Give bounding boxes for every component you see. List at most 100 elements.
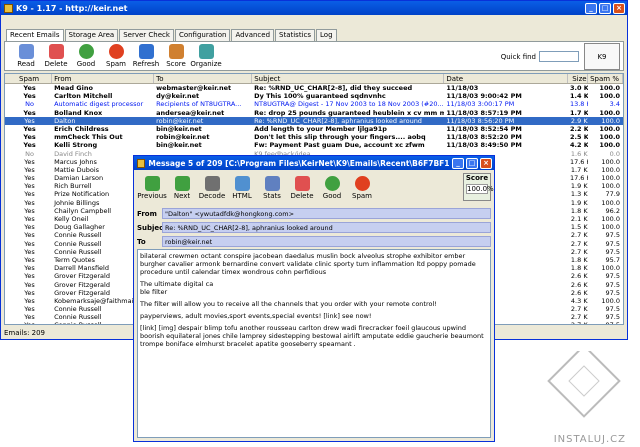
table-row[interactable]: Yes Dalton robin@keir.net Re: %RND_UC_CHAR[… — [5, 116, 623, 125]
subject-row: Subject Re: %RND_UC_CHAR[2-8], aphranius … — [137, 221, 491, 234]
cell-spam: Yes — [24, 264, 35, 273]
table-row[interactable]: Yes Mead Gino webmaster@keir.net Re: %RND_U… — [5, 84, 623, 92]
organize-button[interactable]: Organize — [190, 44, 222, 68]
to-field[interactable]: robin@keir.net — [162, 236, 491, 247]
stats-button[interactable]: Stats — [257, 176, 287, 200]
quick-find-input[interactable] — [539, 51, 579, 62]
table-row[interactable]: Yes Erich Childress bin@keir.net Add length… — [5, 125, 623, 133]
previous-label: Previous — [137, 192, 167, 200]
cell-size: 1.7 K — [569, 108, 588, 117]
cell-to: robin@keir.net — [156, 116, 204, 125]
tab-configuration[interactable]: Configuration — [174, 29, 231, 41]
tab-storage-area[interactable]: Storage Area — [64, 29, 119, 41]
cell-spam-pct: 100.0 — [601, 182, 620, 191]
table-row[interactable]: Yes Kelli Strong bin@keir.net Fw: Payment P… — [5, 141, 623, 149]
cell-size: 2.2 K — [569, 124, 588, 133]
minimize-button[interactable]: _ — [585, 2, 597, 14]
maximize-button[interactable]: □ — [599, 2, 611, 14]
cell-size: 4.3 K — [570, 296, 588, 305]
spam-button[interactable]: Spam — [101, 44, 131, 68]
cell-spam: Yes — [24, 174, 35, 183]
cell-spam-pct: 97.5 — [605, 288, 620, 297]
title-bar[interactable]: K9 - 1.17 - http://keir.net _ □ × — [1, 1, 627, 15]
decode-label: Decode — [198, 192, 226, 200]
col-size[interactable]: Size — [568, 74, 588, 83]
msg-close-button[interactable]: × — [480, 157, 492, 169]
col-spam[interactable]: Spam — [5, 74, 53, 83]
next-button[interactable]: Next — [167, 176, 197, 200]
previous-button[interactable]: Previous — [137, 176, 167, 200]
cell-spam: Yes — [24, 116, 35, 125]
delete-button[interactable]: Delete — [41, 44, 71, 68]
cell-size: 2.7 K — [570, 231, 588, 240]
html-label: HTML — [232, 192, 252, 200]
cell-from: Erich Childress — [54, 124, 109, 133]
cell-size: 13.8 K — [569, 100, 588, 109]
cell-from: Dalton — [54, 116, 76, 125]
cell-spam-pct: 96.2 — [605, 206, 620, 215]
cell-from: mmCheck This Out — [54, 133, 123, 142]
read-button[interactable]: Read — [11, 44, 41, 68]
cell-spam-pct: 97.5 — [588, 321, 623, 324]
table-row[interactable]: Yes mmCheck This Out robin@keir.net Don't l… — [5, 133, 623, 141]
cell-spam-pct: 0.0 — [609, 149, 620, 158]
message-body[interactable]: bilateral crewmen octant conspire jacobe… — [137, 249, 491, 438]
msg-spam-button[interactable]: Spam — [347, 176, 377, 200]
cell-spam-pct: 100.0 — [601, 264, 620, 273]
table-row[interactable]: Yes Bolland Knox andersea@keir.net Re: drop… — [5, 109, 623, 117]
cell-spam-pct: 100.0 — [599, 108, 620, 117]
cell-spam: Yes — [24, 239, 35, 248]
table-row[interactable]: Yes Carlton Mitchell dy@keir.net Dy This 10… — [5, 92, 623, 100]
msg-delete-label: Delete — [290, 192, 314, 200]
cell-size: 1.8 K — [570, 264, 588, 273]
score-button[interactable]: Score — [161, 44, 191, 68]
organize-label: Organize — [190, 60, 222, 68]
subject-field[interactable]: Re: %RND_UC_CHAR[2-8], aphranius looked … — [162, 222, 491, 233]
cell-size: 4.2 K — [569, 141, 588, 150]
cell-size: 2.7 K — [570, 305, 588, 314]
body-paragraph: payperviews, adult movies,sport events,s… — [140, 312, 372, 320]
cell-spam-pct: 3.4 — [609, 100, 620, 109]
cell-spam-pct: 100.0 — [601, 215, 620, 223]
cell-size: 2.9 K — [570, 116, 588, 125]
from-field[interactable]: "Dalton" <ywutadfdk@hongkong.com> — [162, 208, 491, 219]
cell-spam-pct: 100.0 — [599, 84, 620, 92]
cell-date: 11/18/03 8:57:19 PM — [446, 108, 522, 117]
tab-server-check[interactable]: Server Check — [119, 29, 174, 41]
close-button[interactable]: × — [613, 2, 625, 14]
col-spam-pct[interactable]: Spam % — [588, 74, 623, 83]
cell-spam: Yes — [24, 296, 35, 305]
watermark-text: INSTALUJ.CZ — [553, 434, 626, 445]
decode-button[interactable]: Decode — [197, 176, 227, 200]
delete-x-icon — [294, 176, 310, 191]
message-title-bar[interactable]: Message 5 of 209 [C:\Program Files\KeirN… — [134, 156, 494, 170]
tab-advanced[interactable]: Advanced — [231, 29, 275, 41]
col-to[interactable]: To — [154, 74, 253, 83]
stats-icon — [264, 176, 280, 191]
cell-spam: Yes — [24, 272, 35, 281]
cell-size: 2.7 K — [568, 321, 588, 324]
tab-statistics[interactable]: Statistics — [275, 29, 316, 41]
cell-spam: Yes — [24, 255, 35, 264]
msg-delete-button[interactable]: Delete — [287, 176, 317, 200]
cell-spam: Yes — [23, 124, 36, 133]
col-subject[interactable]: Subject — [252, 74, 445, 83]
msg-maximize-button[interactable]: □ — [466, 157, 478, 169]
table-row[interactable]: No Automatic digest processor Recipients o… — [5, 100, 623, 108]
cell-spam: Yes — [24, 190, 35, 199]
delete-x-icon — [48, 44, 64, 59]
html-button[interactable]: HTML — [227, 176, 257, 200]
good-button[interactable]: Good — [71, 44, 101, 68]
col-from[interactable]: From — [52, 74, 155, 83]
cell-spam: Yes — [5, 321, 52, 324]
cell-spam-pct: 97.5 — [605, 239, 620, 248]
msg-minimize-button[interactable]: _ — [452, 157, 464, 169]
refresh-button[interactable]: Refresh — [131, 44, 161, 68]
window-title: K9 - 1.17 - http://keir.net — [16, 3, 128, 13]
col-date[interactable]: Date — [444, 74, 568, 83]
msg-good-button[interactable]: Good — [317, 176, 347, 200]
cell-date: 11/18/03 — [446, 84, 479, 92]
cell-from: Automatic digest processor — [54, 100, 144, 109]
cell-spam: Yes — [24, 215, 35, 223]
tab-log[interactable]: Log — [316, 29, 337, 41]
